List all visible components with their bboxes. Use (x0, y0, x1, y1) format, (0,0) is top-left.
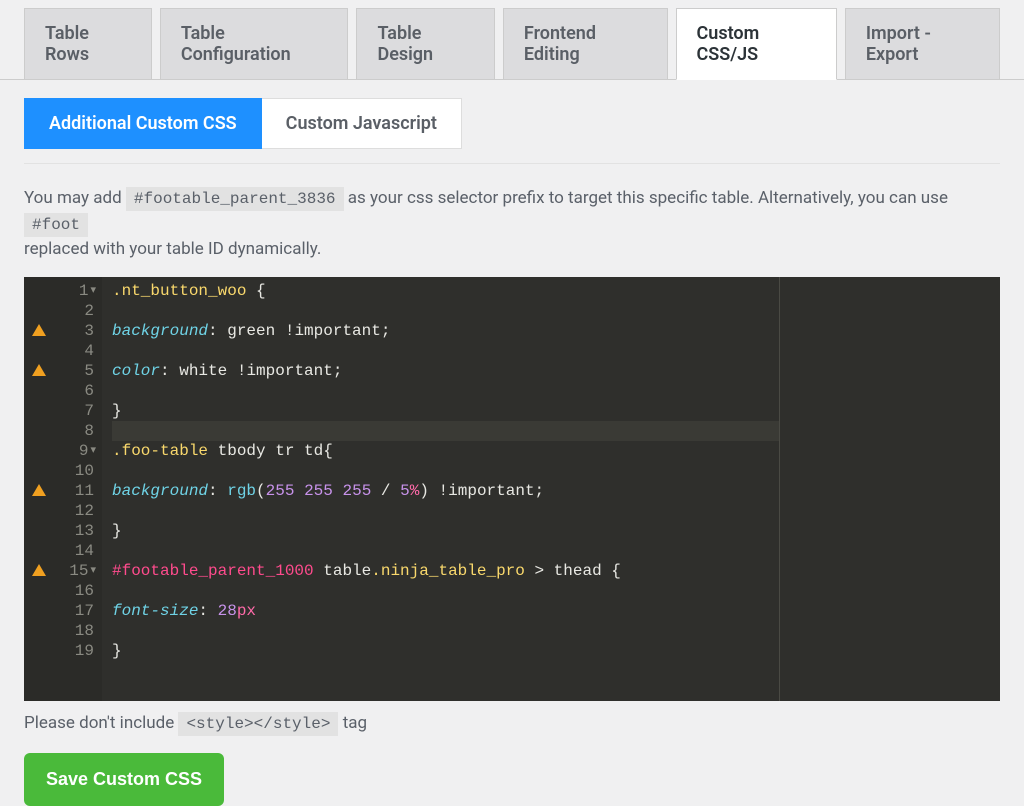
gutter-line: 4 (24, 341, 102, 361)
tab-design[interactable]: Table Design (356, 8, 494, 79)
warning-icon (32, 484, 46, 496)
warning-icon (32, 364, 46, 376)
subtab-custom-js[interactable]: Custom Javascript (262, 98, 462, 149)
code-line[interactable]: #footable_parent_1000 table.ninja_table_… (112, 561, 779, 581)
code-line[interactable]: background: rgb(255 255 255 / 5%) !impor… (112, 481, 779, 501)
editor-code-area[interactable]: .nt_button_woo { background: green !impor… (102, 277, 780, 701)
code-line[interactable] (112, 501, 779, 521)
footer-hint: Please don't include <style></style> tag (24, 713, 1000, 733)
help-text: You may add #footable_parent_3836 as you… (24, 186, 1000, 263)
code-line[interactable]: font-size: 28px (112, 601, 779, 621)
style-tag-chip: <style></style> (178, 712, 338, 736)
tab-config[interactable]: Table Configuration (160, 8, 349, 79)
gutter-line: 18 (24, 621, 102, 641)
code-line[interactable]: } (112, 401, 779, 421)
code-line[interactable]: .foo-table tbody tr td{ (112, 441, 779, 461)
code-line[interactable]: color: white !important; (112, 361, 779, 381)
gutter-line: 16 (24, 581, 102, 601)
selector-chip-alt: #foot (24, 213, 88, 237)
tabs-secondary: Additional Custom CSS Custom Javascript (24, 98, 1000, 164)
css-code-editor[interactable]: 1▾2 3 4 5 6 7 8 9▾10 11 12 13 14 15▾16 1… (24, 277, 1000, 701)
editor-gutter: 1▾2 3 4 5 6 7 8 9▾10 11 12 13 14 15▾16 1… (24, 277, 102, 701)
gutter-line: 9▾ (24, 441, 102, 461)
tab-rows[interactable]: Table Rows (24, 8, 152, 79)
gutter-line: 10 (24, 461, 102, 481)
tab-content: Additional Custom CSS Custom Javascript … (0, 80, 1024, 806)
code-line[interactable]: background: green !important; (112, 321, 779, 341)
code-line[interactable] (112, 341, 779, 361)
gutter-line: 11 (24, 481, 102, 501)
gutter-line: 13 (24, 521, 102, 541)
subtab-additional-css[interactable]: Additional Custom CSS (24, 98, 262, 149)
gutter-line: 19 (24, 641, 102, 661)
editor-right-rail (780, 277, 1000, 701)
gutter-line: 14 (24, 541, 102, 561)
warning-icon (32, 324, 46, 336)
fold-icon[interactable]: ▾ (90, 561, 96, 581)
gutter-line: 15▾ (24, 561, 102, 581)
code-line[interactable]: } (112, 641, 779, 661)
code-line[interactable] (112, 541, 779, 561)
tab-impexp[interactable]: Import - Export (845, 8, 1000, 79)
code-line[interactable] (112, 421, 779, 441)
tab-cssjs[interactable]: Custom CSS/JS (676, 8, 837, 80)
code-line[interactable]: .nt_button_woo { (112, 281, 779, 301)
gutter-line: 8 (24, 421, 102, 441)
gutter-line: 12 (24, 501, 102, 521)
gutter-line: 2 (24, 301, 102, 321)
code-line[interactable] (112, 581, 779, 601)
warning-icon (32, 564, 46, 576)
tab-frontend[interactable]: Frontend Editing (503, 8, 668, 79)
fold-icon[interactable]: ▾ (90, 441, 96, 461)
gutter-line: 5 (24, 361, 102, 381)
code-line[interactable] (112, 301, 779, 321)
code-line[interactable]: } (112, 521, 779, 541)
tabs-primary: Table Rows Table Configuration Table Des… (0, 0, 1024, 80)
code-line[interactable] (112, 381, 779, 401)
selector-chip: #footable_parent_3836 (126, 187, 344, 211)
gutter-line: 17 (24, 601, 102, 621)
gutter-line: 3 (24, 321, 102, 341)
save-custom-css-button[interactable]: Save Custom CSS (24, 753, 224, 806)
gutter-line: 6 (24, 381, 102, 401)
code-line[interactable] (112, 621, 779, 641)
fold-icon[interactable]: ▾ (90, 281, 96, 301)
gutter-line: 1▾ (24, 281, 102, 301)
gutter-line: 7 (24, 401, 102, 421)
code-line[interactable] (112, 461, 779, 481)
